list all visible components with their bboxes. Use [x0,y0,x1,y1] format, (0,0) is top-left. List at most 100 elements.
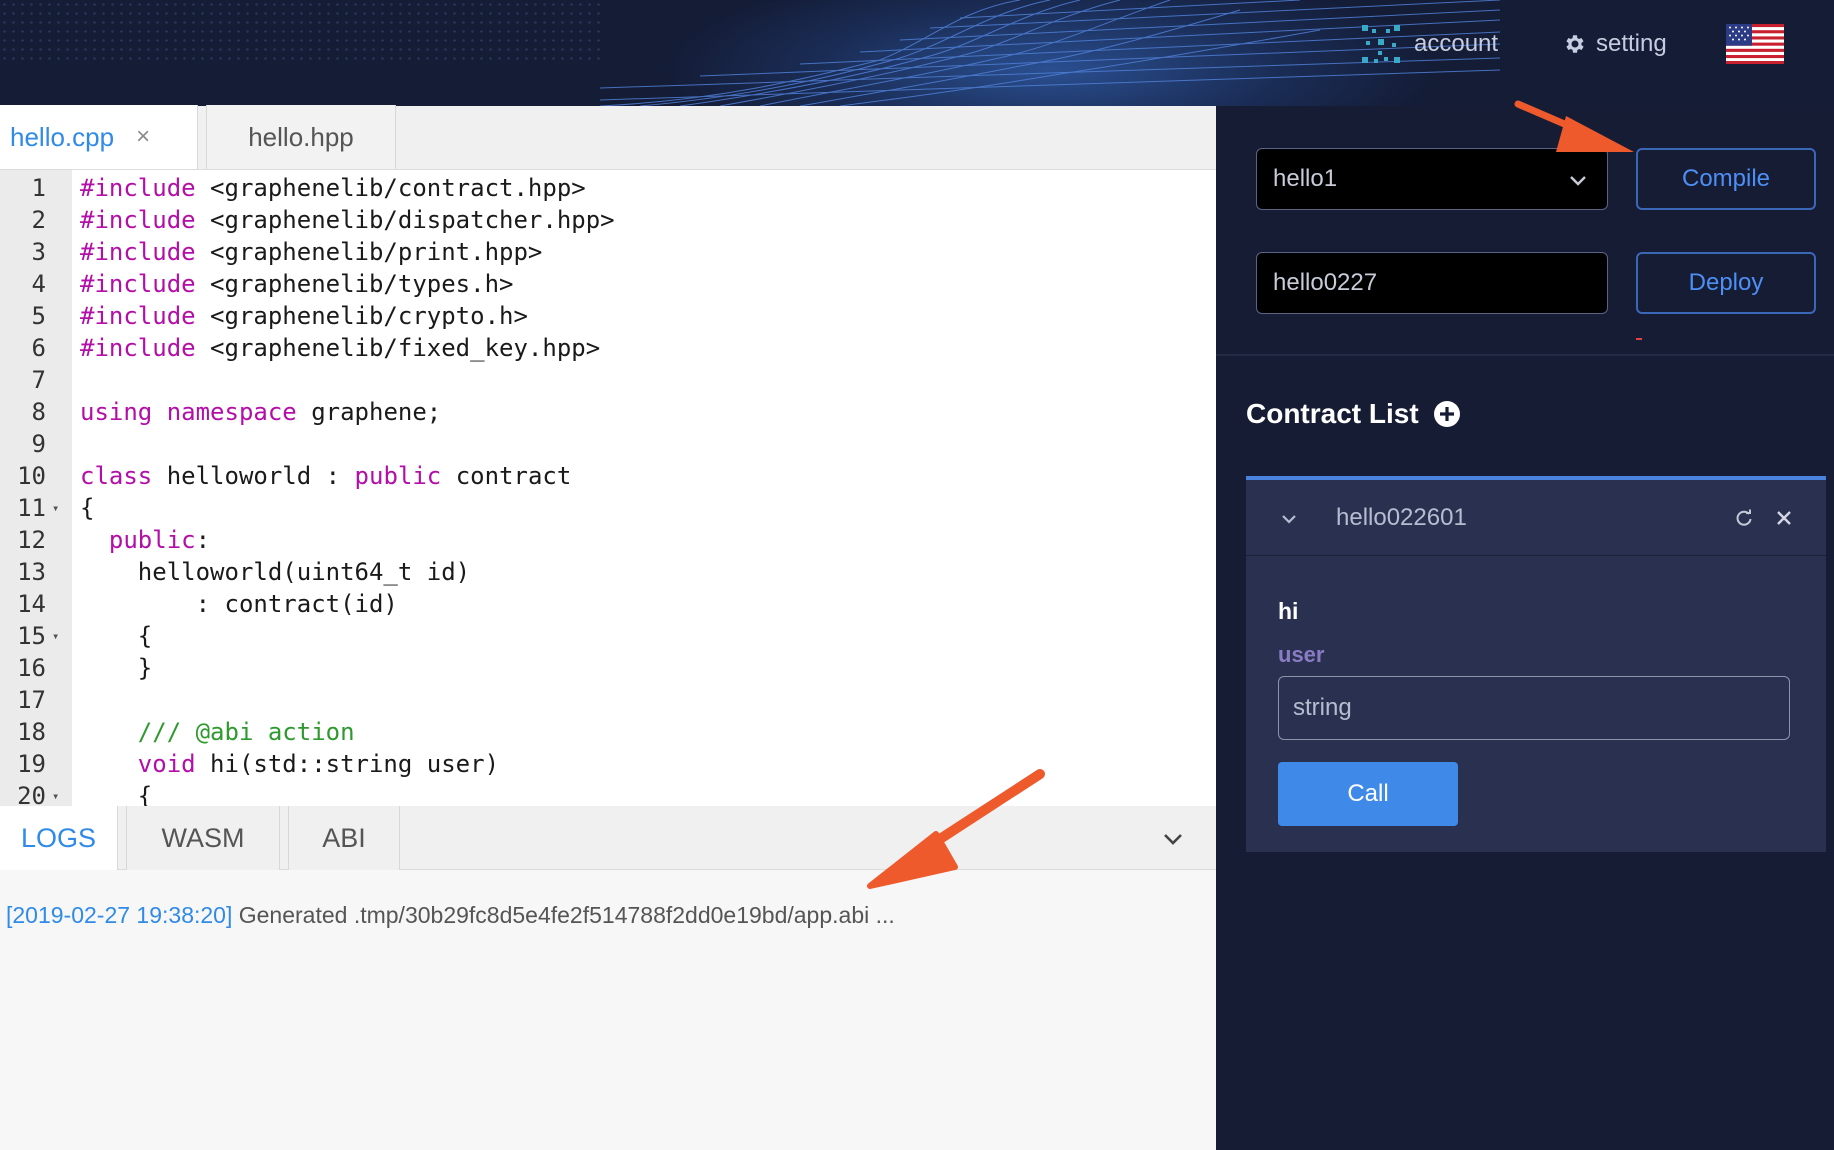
refresh-icon[interactable] [1734,508,1754,528]
chevron-down-icon[interactable] [1280,510,1298,528]
chevron-down-icon [1570,176,1586,186]
code-line: 7 [0,364,1216,396]
chevron-down-icon[interactable] [1158,824,1188,854]
compile-button[interactable]: Compile [1636,148,1816,210]
line-number: 10 [17,462,46,490]
compile-deploy-controls: hello1 Compile hello0227 Deploy [1216,106,1834,356]
contract-select-value: hello1 [1273,165,1338,192]
output-panel: LOGS WASM ABI [2019-02-27 19:38:20] Gene… [0,806,1216,1150]
contract-card-header[interactable]: hello022601 [1246,480,1826,556]
account-label: account [1414,30,1499,57]
param-placeholder: string [1293,694,1352,721]
line-number: 19 [17,750,46,778]
fold-toggle-icon[interactable]: ▾ [52,780,59,806]
code-line: 4 #include <graphenelib/types.h> [0,268,1216,300]
code-keyword: #include [80,238,196,266]
tab-label: WASM [161,822,245,853]
code-line: 17 [0,684,1216,716]
line-number: 17 [17,686,46,714]
account-name-input[interactable]: hello0227 [1256,252,1608,314]
setting-label: setting [1596,30,1667,57]
code-text: { [80,620,152,652]
code-comment: /// @abi action [80,718,355,746]
line-number: 13 [17,558,46,586]
fold-toggle-icon[interactable]: ▾ [52,492,59,524]
tab-logs[interactable]: LOGS [0,806,118,870]
code-keyword: namespace [166,398,297,426]
code-line: 19 void hi(std::string user) [0,748,1216,780]
close-icon[interactable] [1774,508,1794,528]
code-keyword: public [108,526,196,554]
param-label: user [1278,642,1325,667]
code-line: 1 #include <graphenelib/contract.hpp> [0,172,1216,204]
account-nav[interactable]: account [1358,24,1498,64]
line-number: 2 [31,206,46,234]
code-keyword: public [354,462,442,490]
code-line: 18 /// @abi action [0,716,1216,748]
plus-circle-icon[interactable] [1433,400,1461,428]
call-button[interactable]: Call [1278,762,1458,826]
code-keyword: #include [80,206,196,234]
code-line: 15 ▾ { [0,620,1216,652]
code-line: 14 : contract(id) [0,588,1216,620]
close-icon[interactable]: × [136,123,150,151]
line-number: 16 [17,654,46,682]
line-number: 4 [31,270,46,298]
code-token: <graphenelib/print.hpp> [195,238,543,266]
code-token: helloworld : [152,462,355,490]
code-token: <graphenelib/contract.hpp> [195,174,586,202]
code-line: 12 public: [0,524,1216,556]
code-keyword: class [80,462,153,490]
code-line: 8 using namespace graphene; [0,396,1216,428]
code-editor-panel: hello.cpp × hello.hpp 1 #include <graphen… [0,105,1216,806]
tab-label: hello.cpp [10,121,115,152]
code-text: #include <graphenelib/crypto.h> [80,300,528,332]
code-text: /// @abi action [80,716,355,748]
code-token: : contract(id) [80,590,398,618]
account-name-value: hello0227 [1273,269,1378,296]
code-text: { [80,492,94,524]
contract-list-title: Contract List [1246,398,1419,429]
code-token: contract [441,462,572,490]
code-token: { [80,622,153,650]
line-number: 15 [17,622,46,650]
deploy-button[interactable]: Deploy [1636,252,1816,314]
line-number: 12 [17,526,46,554]
tab-wasm[interactable]: WASM [126,806,280,870]
fold-toggle-icon[interactable]: ▾ [52,620,59,652]
account-logo-icon [1362,25,1400,63]
code-token: hi(std::string user) [195,750,500,778]
code-token: { [80,494,95,522]
code-text: : contract(id) [80,588,398,620]
code-text: helloworld(uint64_t id) [80,556,470,588]
code-token: <graphenelib/dispatcher.hpp> [195,206,615,234]
code-line: 20 ▾ { [0,780,1216,806]
line-number: 20 [17,782,46,806]
contract-select[interactable]: hello1 [1256,148,1608,210]
code-area[interactable]: 1 #include <graphenelib/contract.hpp> 2 #in… [0,170,1216,806]
code-line: 9 [0,428,1216,460]
code-text: #include <graphenelib/contract.hpp> [80,172,586,204]
contract-list-header: Contract List [1246,398,1461,430]
code-token: <graphenelib/fixed_key.hpp> [195,334,601,362]
code-token: helloworld(uint64_t id) [80,558,471,586]
us-flag-icon[interactable] [1726,24,1784,64]
code-line: 6 #include <graphenelib/fixed_key.hpp> [0,332,1216,364]
code-text: #include <graphenelib/print.hpp> [80,236,542,268]
tab-hello-cpp[interactable]: hello.cpp × [0,105,198,169]
code-keyword: #include [80,270,196,298]
tab-abi[interactable]: ABI [288,806,400,870]
line-number: 8 [31,398,46,426]
file-tab-bar: hello.cpp × hello.hpp [0,105,1216,170]
tab-label: hello.hpp [248,121,354,152]
method-name: hi [1278,598,1299,624]
code-text: #include <graphenelib/fixed_key.hpp> [80,332,600,364]
line-number: 11 [17,494,46,522]
user-param-input[interactable]: string [1278,676,1790,740]
setting-nav[interactable]: setting [1562,24,1667,64]
code-line: 3 #include <graphenelib/print.hpp> [0,236,1216,268]
log-timestamp: [2019-02-27 19:38:20] [6,902,233,928]
tab-hello-hpp[interactable]: hello.hpp [206,105,396,169]
output-tab-bar: LOGS WASM ABI [0,806,1216,870]
code-token: } [80,654,153,682]
